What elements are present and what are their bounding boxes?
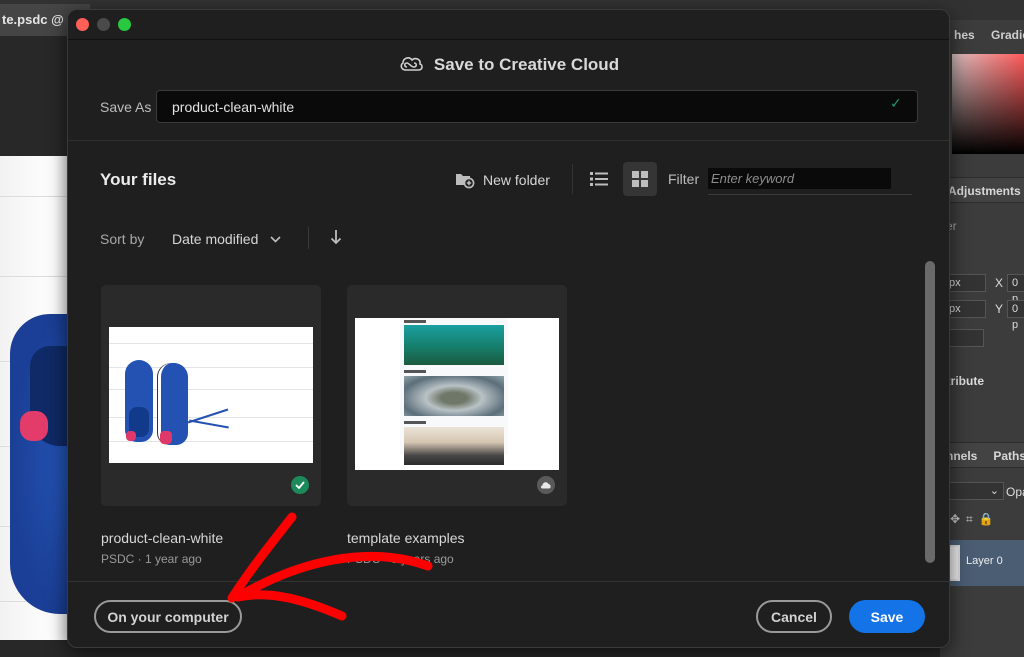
file-thumbnail xyxy=(355,318,559,470)
sort-dropdown[interactable]: Date modified xyxy=(172,231,281,247)
new-folder-button[interactable]: New folder xyxy=(455,168,550,192)
channels-tab-label: nnels xyxy=(946,449,978,463)
sort-by-label: Sort by xyxy=(100,231,145,247)
opacity-label: Opa xyxy=(1006,485,1024,499)
sort-direction-arrow-down-icon[interactable] xyxy=(328,228,344,248)
toolbar-divider xyxy=(572,164,573,194)
filter-input[interactable] xyxy=(708,168,891,189)
list-view-button[interactable] xyxy=(584,163,614,195)
x-field[interactable]: 0 p xyxy=(1007,274,1024,305)
width-field[interactable]: px xyxy=(944,274,986,292)
synced-check-icon xyxy=(291,476,309,494)
dialog-title-text: Save to Creative Cloud xyxy=(433,55,620,74)
x-label: X xyxy=(995,276,1004,290)
sort-divider xyxy=(308,227,309,249)
paths-tab-label[interactable]: Paths xyxy=(993,449,1024,463)
save-on-computer-button[interactable]: On your computer xyxy=(94,600,242,633)
creative-cloud-icon xyxy=(398,54,424,79)
file-card[interactable] xyxy=(347,285,567,506)
close-window-button[interactable] xyxy=(76,18,89,31)
screen: te.psdc @ 6 hes Gradie Adjustments er px… xyxy=(0,0,1024,657)
file-name[interactable]: template examples xyxy=(347,530,465,546)
window-titlebar xyxy=(68,10,949,40)
filename-input[interactable] xyxy=(156,90,918,123)
save-as-label: Save As xyxy=(100,99,152,115)
save-button[interactable]: Save xyxy=(849,600,925,633)
grid-icon xyxy=(632,171,648,187)
angle-dropdown[interactable] xyxy=(944,329,984,347)
lock-icons[interactable]: ✥⌗🔒 xyxy=(950,512,1000,527)
sort-selected-value: Date modified xyxy=(172,231,259,247)
y-label: Y xyxy=(995,302,1004,316)
your-files-heading: Your files xyxy=(100,170,177,189)
file-meta: PSDC · 1 year ago xyxy=(101,552,202,566)
color-picker-field[interactable] xyxy=(952,54,1024,154)
photoshop-right-panel: hes Gradie Adjustments er px X 0 p px Y … xyxy=(940,20,1024,657)
filter-label: Filter xyxy=(668,171,700,187)
new-folder-icon xyxy=(456,174,475,189)
scrollbar-thumb[interactable] xyxy=(925,261,935,563)
zoom-window-button[interactable] xyxy=(118,18,131,31)
dialog-title: Save to Creative Cloud xyxy=(68,54,949,79)
layer-name: Layer 0 xyxy=(966,555,1003,567)
channels-tab[interactable]: nnels Paths xyxy=(940,442,1024,468)
list-icon xyxy=(590,172,608,186)
minimize-window-button[interactable] xyxy=(97,18,110,31)
file-meta: PSDC · 3 years ago xyxy=(347,552,454,566)
cancel-button[interactable]: Cancel xyxy=(756,600,832,633)
grid-view-button[interactable] xyxy=(623,162,657,196)
chevron-down-icon xyxy=(270,235,281,243)
footer-divider xyxy=(68,581,949,582)
divider xyxy=(68,140,949,141)
swatches-tab[interactable]: hes xyxy=(954,24,975,46)
y-field[interactable]: 0 p xyxy=(1007,300,1024,331)
file-name[interactable]: product-clean-white xyxy=(101,530,223,546)
height-field[interactable]: px xyxy=(944,300,986,318)
cloud-icon xyxy=(537,476,555,494)
file-thumbnail xyxy=(109,327,313,463)
adjustments-tab[interactable]: Adjustments xyxy=(940,177,1024,203)
save-to-cloud-dialog: Save to Creative Cloud Save As ✓ Your fi… xyxy=(67,9,950,648)
checkmark-icon: ✓ xyxy=(890,95,902,111)
blend-mode-dropdown[interactable]: ⌄ xyxy=(944,482,1004,500)
filter-underline xyxy=(708,194,912,195)
layer-row[interactable]: Layer 0 xyxy=(940,540,1024,586)
new-folder-label: New folder xyxy=(483,172,550,188)
file-card[interactable] xyxy=(101,285,321,506)
gradients-tab[interactable]: Gradie xyxy=(991,24,1024,46)
